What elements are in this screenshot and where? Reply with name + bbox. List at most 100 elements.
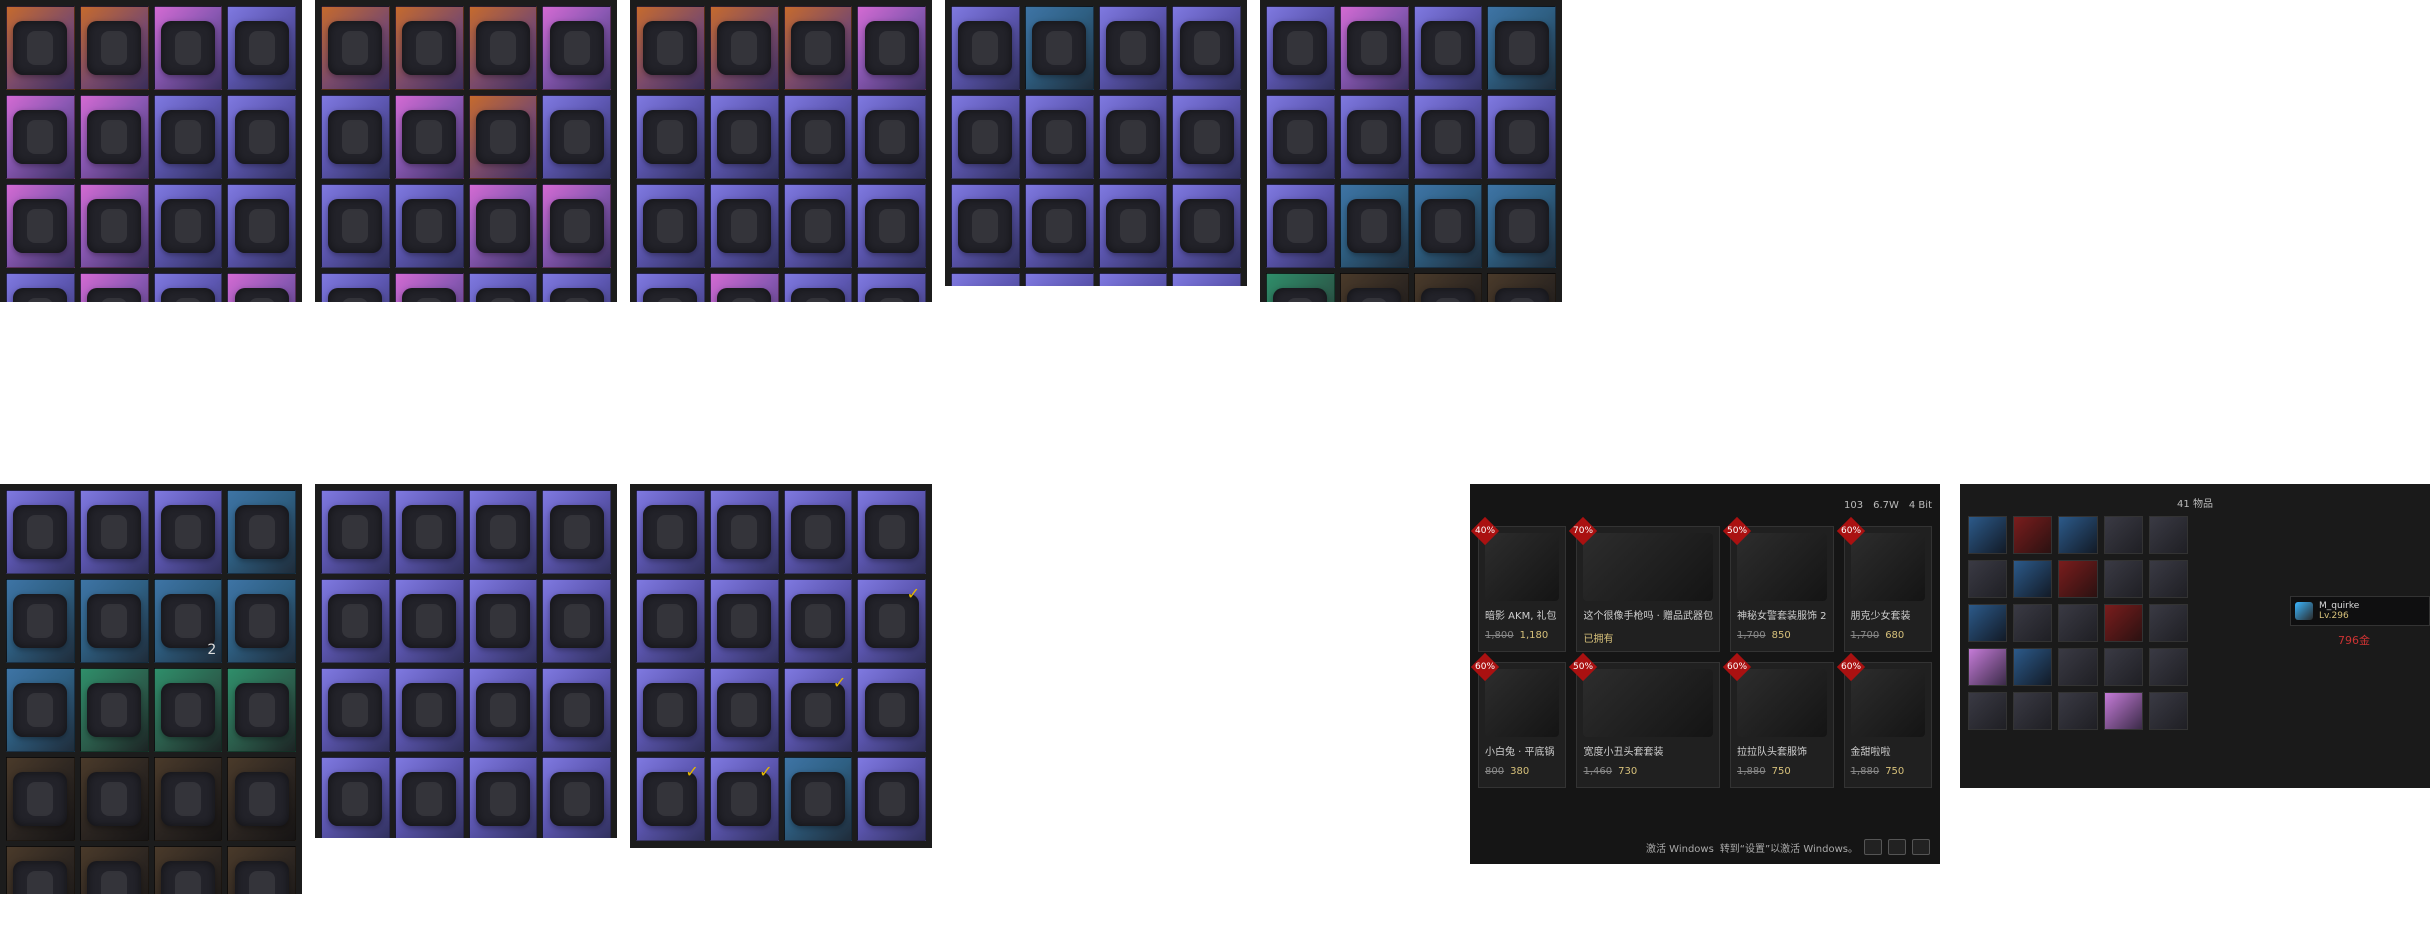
- inventory-item-tile[interactable]: [783, 6, 853, 90]
- inventory-item-tile[interactable]: [79, 490, 149, 574]
- inventory-item-tile[interactable]: [1487, 95, 1556, 179]
- inventory-item-tile[interactable]: ✓: [857, 579, 926, 663]
- inventory-item-tile[interactable]: [783, 95, 853, 179]
- inventory-item-tile[interactable]: [1413, 6, 1483, 90]
- inventory-item-tile[interactable]: [1024, 273, 1094, 286]
- store-item-card[interactable]: 60% 小白兔 · 平底锅 800 380: [1470, 652, 1567, 788]
- inventory-item-tile[interactable]: [227, 273, 296, 302]
- inventory-item-tile[interactable]: [783, 757, 853, 841]
- inventory-item-tile[interactable]: [321, 273, 390, 302]
- inventory-item-tile[interactable]: [1339, 95, 1409, 179]
- inventory-item-tile[interactable]: [153, 95, 223, 179]
- inventory-item-tile[interactable]: [394, 95, 464, 179]
- footer-button[interactable]: [1888, 839, 1906, 855]
- inventory-item-tile[interactable]: [227, 668, 296, 752]
- inventory-item-tile[interactable]: [1266, 6, 1335, 90]
- inventory-item-tile[interactable]: [79, 273, 149, 302]
- inventory-item-tile[interactable]: [153, 6, 223, 90]
- inventory-item-tile[interactable]: [1487, 6, 1556, 90]
- inventory-tile[interactable]: [2058, 648, 2098, 686]
- inventory-item-tile[interactable]: [783, 579, 853, 663]
- inventory-item-tile[interactable]: [709, 490, 779, 574]
- inventory-tile[interactable]: [2013, 560, 2053, 598]
- inventory-item-tile[interactable]: [79, 184, 149, 268]
- inventory-item-tile[interactable]: [468, 184, 538, 268]
- inventory-item-tile[interactable]: [79, 668, 149, 752]
- inventory-item-tile[interactable]: [153, 757, 223, 841]
- inventory-item-tile[interactable]: [468, 95, 538, 179]
- inventory-item-tile[interactable]: [709, 95, 779, 179]
- inventory-item-tile[interactable]: [321, 490, 390, 574]
- inventory-item-tile[interactable]: [153, 273, 223, 302]
- inventory-item-tile[interactable]: [709, 579, 779, 663]
- inventory-item-tile[interactable]: [709, 184, 779, 268]
- store-item-card[interactable]: 40% 暗影 AKM, 礼包 1,800 1,180: [1470, 516, 1567, 652]
- inventory-item-tile[interactable]: [1098, 95, 1168, 179]
- inventory-item-tile[interactable]: [468, 579, 538, 663]
- inventory-tile[interactable]: [1968, 560, 2008, 598]
- inventory-item-tile[interactable]: [1024, 95, 1094, 179]
- inventory-item-tile[interactable]: [6, 6, 75, 90]
- inventory-item-tile[interactable]: [1024, 6, 1094, 90]
- inventory-tile[interactable]: [2148, 604, 2188, 642]
- footer-button[interactable]: [1912, 839, 1930, 855]
- inventory-item-tile[interactable]: [6, 95, 75, 179]
- inventory-item-tile[interactable]: [636, 184, 705, 268]
- inventory-tile[interactable]: [1968, 692, 2008, 730]
- inventory-item-tile[interactable]: [857, 490, 926, 574]
- inventory-item-tile[interactable]: [1266, 184, 1335, 268]
- inventory-item-tile[interactable]: [6, 184, 75, 268]
- inventory-item-tile[interactable]: [1413, 184, 1483, 268]
- inventory-item-tile[interactable]: [542, 95, 611, 179]
- inventory-item-tile[interactable]: [1172, 184, 1241, 268]
- inventory-item-tile[interactable]: [468, 668, 538, 752]
- inventory-tile[interactable]: [2013, 648, 2053, 686]
- inventory-item-tile[interactable]: [951, 95, 1020, 179]
- inventory-item-tile[interactable]: [1172, 273, 1241, 286]
- inventory-tile[interactable]: [2148, 516, 2188, 554]
- inventory-item-tile[interactable]: [636, 668, 705, 752]
- inventory-tile[interactable]: [2058, 692, 2098, 730]
- inventory-item-tile[interactable]: [1098, 273, 1168, 286]
- inventory-tile[interactable]: [1968, 648, 2008, 686]
- inventory-item-tile[interactable]: [6, 757, 75, 841]
- inventory-item-tile[interactable]: [153, 668, 223, 752]
- inventory-item-tile[interactable]: [227, 757, 296, 841]
- inventory-item-tile[interactable]: [857, 6, 926, 90]
- inventory-tile[interactable]: [2013, 604, 2053, 642]
- inventory-item-tile[interactable]: [636, 273, 705, 302]
- store-item-card[interactable]: 60% 拉拉队头套服饰 1,880 750: [1722, 652, 1834, 788]
- inventory-item-tile[interactable]: [951, 184, 1020, 268]
- inventory-item-tile[interactable]: [6, 579, 75, 663]
- inventory-item-tile[interactable]: [709, 668, 779, 752]
- inventory-item-tile[interactable]: [468, 6, 538, 90]
- inventory-item-tile[interactable]: [6, 668, 75, 752]
- inventory-item-tile[interactable]: [6, 490, 75, 574]
- inventory-item-tile[interactable]: ✓: [636, 757, 705, 841]
- inventory-item-tile[interactable]: [1487, 273, 1556, 302]
- inventory-item-tile[interactable]: [227, 490, 296, 574]
- profile-card[interactable]: M_quirke Lv.296: [2290, 596, 2430, 626]
- inventory-item-tile[interactable]: [468, 490, 538, 574]
- inventory-item-tile[interactable]: [636, 6, 705, 90]
- store-item-card[interactable]: 50% 宽度小丑头套套装 1,460 730: [1569, 652, 1720, 788]
- inventory-item-tile[interactable]: [1098, 6, 1168, 90]
- inventory-item-tile[interactable]: [857, 273, 926, 302]
- store-item-card[interactable]: 60% 朋克少女套装 1,700 680: [1836, 516, 1932, 652]
- inventory-item-tile[interactable]: [542, 6, 611, 90]
- inventory-item-tile[interactable]: [1339, 6, 1409, 90]
- inventory-item-tile[interactable]: [394, 579, 464, 663]
- inventory-tile[interactable]: [2058, 560, 2098, 598]
- inventory-item-tile[interactable]: [6, 846, 75, 894]
- inventory-tile[interactable]: [2058, 604, 2098, 642]
- inventory-tile[interactable]: [2103, 648, 2143, 686]
- inventory-item-tile[interactable]: [542, 579, 611, 663]
- inventory-item-tile[interactable]: [783, 273, 853, 302]
- inventory-tile[interactable]: [2148, 560, 2188, 598]
- inventory-item-tile[interactable]: [542, 668, 611, 752]
- inventory-item-tile[interactable]: [394, 184, 464, 268]
- inventory-item-tile[interactable]: [542, 490, 611, 574]
- inventory-item-tile[interactable]: [1339, 273, 1409, 302]
- inventory-item-tile[interactable]: [227, 846, 296, 894]
- inventory-item-tile[interactable]: [1413, 273, 1483, 302]
